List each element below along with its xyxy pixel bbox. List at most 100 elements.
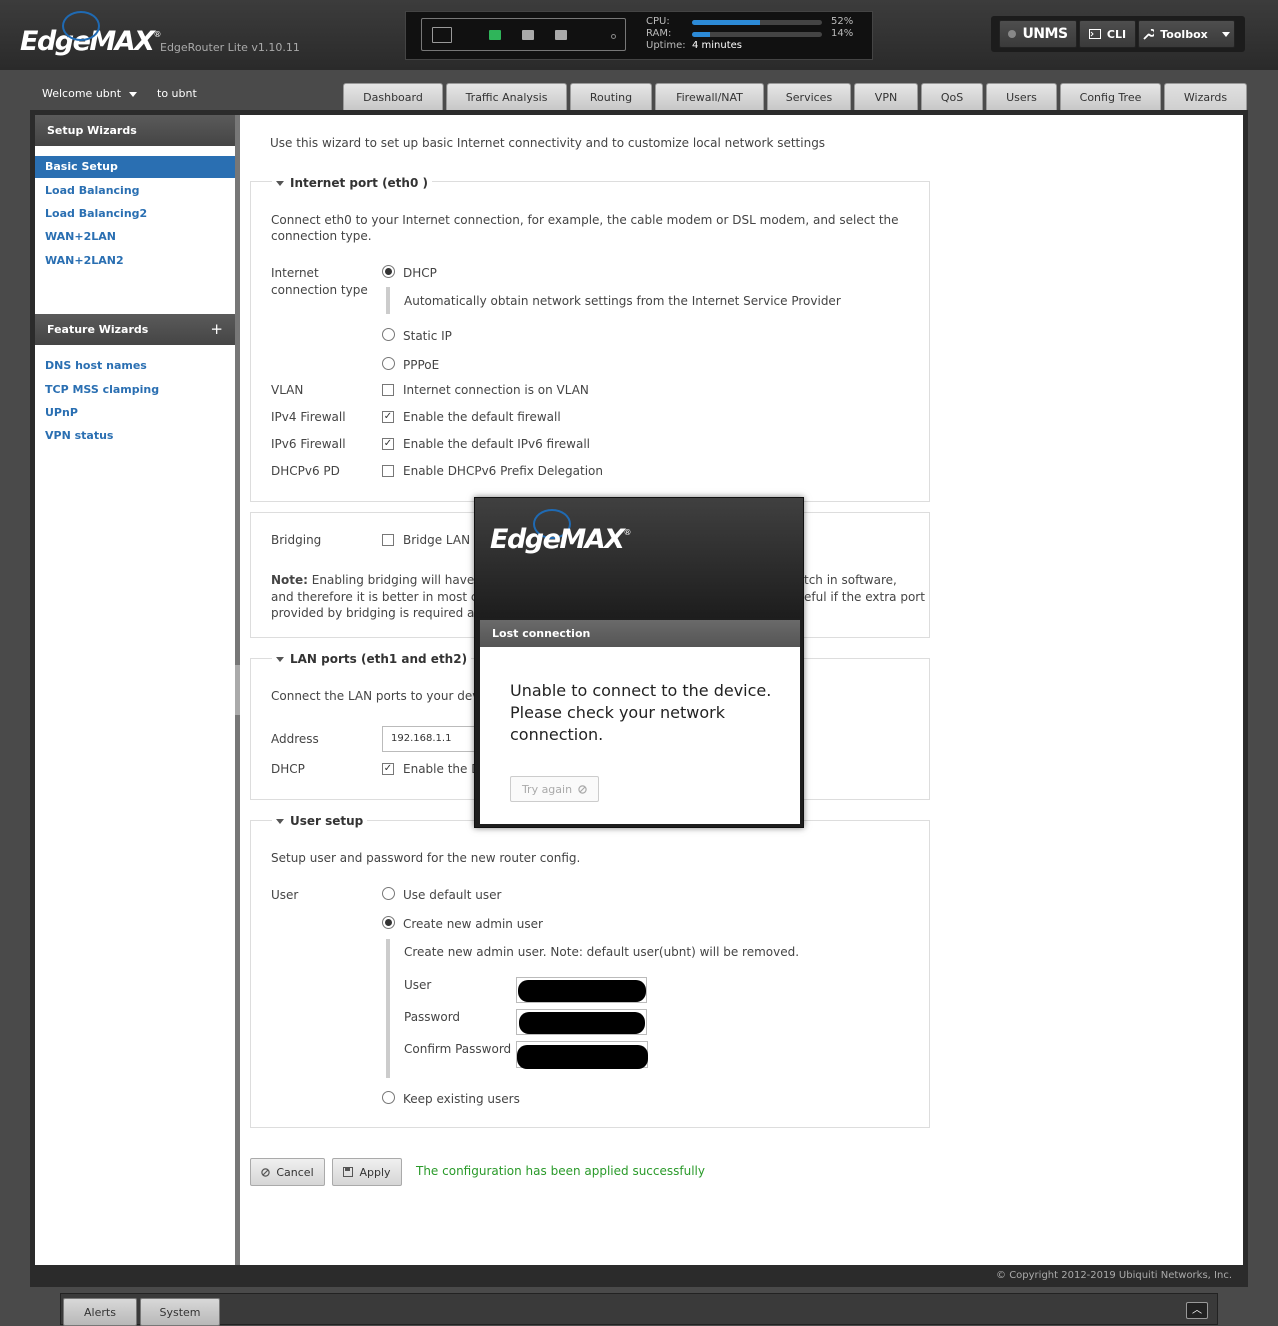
add-icon[interactable]: +	[210, 314, 223, 345]
sidebar-item-wan-2lan2[interactable]: WAN+2LAN2	[35, 250, 235, 272]
redacted-confirm	[517, 1045, 648, 1069]
dhcp-desc: Automatically obtain network settings fr…	[404, 294, 841, 308]
ipv6-firewall-label: IPv6 Firewall	[271, 437, 346, 451]
dhcpv6-pd-checkbox[interactable]	[382, 465, 394, 477]
top-bar: EdgeMAX® EdgeRouter Lite v1.10.11 CPU: 5…	[0, 0, 1278, 70]
sidebar-item-dns-host-names[interactable]: DNS host names	[35, 355, 235, 377]
tab-routing[interactable]: Routing	[570, 83, 652, 111]
welcome-user: to ubnt	[157, 87, 197, 100]
create-admin-radio[interactable]	[382, 916, 395, 929]
lan-dhcp-checkbox[interactable]: ✓	[382, 763, 394, 775]
tab-config-tree[interactable]: Config Tree	[1060, 83, 1161, 111]
tab-vpn[interactable]: VPN	[854, 83, 918, 111]
bridging-text: Bridge LAN in	[403, 533, 485, 547]
cancel-button[interactable]: Cancel	[250, 1158, 325, 1186]
vlan-checkbox[interactable]	[382, 384, 394, 396]
ipv4-firewall-checkbox[interactable]: ✓	[382, 411, 394, 423]
chevron-down-icon	[129, 91, 138, 97]
bottom-bar: Alerts System ︿	[60, 1293, 1218, 1326]
static-ip-radio[interactable]	[382, 328, 395, 341]
tab-traffic-analysis[interactable]: Traffic Analysis	[446, 83, 567, 111]
ipv6-firewall-checkbox[interactable]: ✓	[382, 438, 394, 450]
uptime-label: Uptime:	[646, 40, 686, 51]
user-setup-section	[250, 820, 930, 1128]
ram-label: RAM:	[646, 28, 672, 39]
user-setup-legend[interactable]: User setup	[272, 814, 368, 828]
console-port-icon[interactable]	[432, 27, 452, 43]
conn-type-label: Internet	[271, 266, 319, 280]
system-stats: CPU: 52% RAM: 14% Uptime: 4 minutes	[646, 16, 861, 52]
cpu-bar	[692, 20, 822, 25]
create-admin-label: Create new admin user	[403, 917, 543, 931]
dhcp-radio[interactable]	[382, 265, 395, 278]
tab-dashboard[interactable]: Dashboard	[343, 83, 443, 111]
internet-port-legend[interactable]: Internet port (eth0 )	[272, 176, 432, 190]
sidebar-item-load-balancing[interactable]: Load Balancing	[35, 180, 235, 202]
chevron-up-icon[interactable]: ︿	[1186, 1302, 1208, 1319]
bridging-note-line2: and therefore it is better in most cas	[271, 590, 492, 604]
globe-icon	[62, 11, 100, 41]
collapse-icon	[276, 181, 284, 186]
bridging-note-line1: Note: Enabling bridging will have pe	[271, 573, 494, 587]
sidebar-item-basic-setup[interactable]: Basic Setup	[35, 156, 235, 178]
lan-desc: Connect the LAN ports to your devic	[271, 689, 490, 703]
collapse-icon	[276, 819, 284, 824]
port-status	[421, 18, 626, 51]
tab-services[interactable]: Services	[767, 83, 851, 111]
tab-firewall-nat[interactable]: Firewall/NAT	[655, 83, 764, 111]
cpu-value: 52%	[831, 16, 854, 27]
tab-users[interactable]: Users	[986, 83, 1057, 111]
device-model: EdgeRouter Lite v1.10.11	[160, 41, 300, 54]
uptime-value: 4 minutes	[692, 40, 743, 51]
wrench-icon	[1143, 28, 1155, 40]
pppoe-label: PPPoE	[403, 358, 440, 372]
tab-qos[interactable]: QoS	[921, 83, 983, 111]
dialog-message: Unable to connect to the device. Please …	[510, 681, 772, 744]
power-led-icon	[611, 34, 616, 39]
redacted-password	[519, 1012, 645, 1034]
tab-wizards[interactable]: Wizards	[1164, 83, 1247, 111]
copyright: © Copyright 2012-2019 Ubiquiti Networks,…	[996, 1270, 1232, 1281]
static-ip-label: Static IP	[403, 329, 452, 343]
alerts-button[interactable]: Alerts	[63, 1298, 137, 1326]
internet-desc-line1: Connect eth0 to your Internet connection…	[271, 213, 899, 227]
bridging-checkbox[interactable]	[382, 534, 394, 546]
port-eth2-icon[interactable]	[555, 30, 567, 40]
save-icon	[343, 1167, 354, 1177]
port-eth0-icon[interactable]	[489, 30, 501, 40]
dialog-logo: EdgeMAX®	[490, 524, 632, 555]
toolbox-button[interactable]: Toolbox	[1138, 20, 1235, 48]
sidebar-item-tcp-mss[interactable]: TCP MSS clamping	[35, 379, 235, 401]
create-admin-bar	[386, 939, 390, 1078]
top-actions: UNMS CLI Toolbox	[991, 16, 1245, 52]
apply-button[interactable]: Apply	[332, 1158, 402, 1186]
welcome-menu[interactable]: Welcome ubnt	[42, 87, 138, 100]
lan-dhcp-label: DHCP	[271, 762, 305, 776]
dialog-title: Lost connection	[480, 620, 800, 647]
sidebar-item-upnp[interactable]: UPnP	[35, 402, 235, 424]
default-user-radio[interactable]	[382, 887, 395, 900]
keep-users-radio[interactable]	[382, 1091, 395, 1104]
unms-button[interactable]: UNMS	[999, 20, 1077, 48]
status-panel: CPU: 52% RAM: 14% Uptime: 4 minutes	[405, 11, 873, 60]
dhcp-label: DHCP	[403, 266, 437, 280]
ipv4-firewall-text: Enable the default firewall	[403, 410, 561, 424]
port-eth1-icon[interactable]	[522, 30, 534, 40]
sidebar-item-vpn-status[interactable]: VPN status	[35, 425, 235, 447]
lan-ports-legend[interactable]: LAN ports (eth1 and eth2)	[272, 652, 472, 666]
default-user-label: Use default user	[403, 888, 502, 902]
password-label: Password	[404, 1010, 461, 1024]
ipv6-firewall-text: Enable the default IPv6 firewall	[403, 437, 591, 451]
cli-button[interactable]: CLI	[1079, 20, 1136, 48]
ram-value: 14%	[831, 28, 854, 39]
address-input[interactable]: 192.168.1.1	[382, 726, 482, 752]
pppoe-radio[interactable]	[382, 357, 395, 370]
sidebar-item-wan-2lan[interactable]: WAN+2LAN	[35, 226, 235, 248]
sidebar-item-load-balancing2[interactable]: Load Balancing2	[35, 203, 235, 225]
system-button[interactable]: System	[140, 1298, 220, 1326]
bridging-label: Bridging	[271, 533, 322, 547]
try-again-button[interactable]: Try again	[510, 776, 599, 802]
cpu-label: CPU:	[646, 16, 670, 27]
user-setup-desc: Setup user and password for the new rout…	[271, 851, 581, 865]
address-label: Address	[271, 732, 319, 746]
